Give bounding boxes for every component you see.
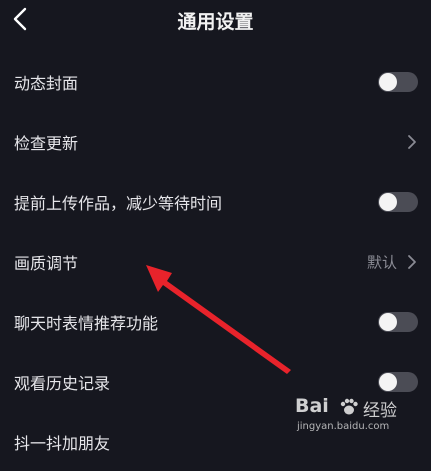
setting-label: 动态封面 [14, 74, 79, 93]
top-bar: 通用设置 [0, 0, 431, 40]
setting-label: 聊天时表情推荐功能 [14, 314, 159, 333]
watermark-url: jingyan.baidu.com [297, 421, 390, 432]
setting-row-check-update[interactable]: 检查更新 [0, 113, 431, 171]
setting-row-emoji-recommend[interactable]: 聊天时表情推荐功能 [0, 293, 431, 351]
toggle-knob [379, 313, 397, 331]
page-title: 通用设置 [177, 11, 254, 33]
watermark-brand-text: 经验 [363, 401, 397, 421]
setting-row-dynamic-cover[interactable]: 动态封面 [0, 53, 431, 111]
setting-row-quality[interactable]: 画质调节 默认 [0, 233, 431, 291]
watch-history-toggle[interactable] [378, 372, 418, 392]
baidu-jingyan-watermark: Bai 经验 jingyan.baidu.com [295, 395, 425, 441]
chevron-right-icon [408, 135, 416, 149]
emoji-recommend-toggle[interactable] [378, 312, 418, 332]
setting-label: 提前上传作品，减少等待时间 [14, 194, 223, 213]
setting-label: 抖一抖加朋友 [14, 434, 111, 453]
toggle-knob [379, 73, 397, 91]
setting-label: 画质调节 [14, 254, 79, 273]
chevron-right-icon [408, 255, 416, 269]
setting-label: 观看历史记录 [14, 374, 111, 393]
quality-value: 默认 [366, 253, 397, 272]
toggle-knob [379, 373, 397, 391]
dynamic-cover-toggle[interactable] [378, 72, 418, 92]
watermark-logo-text: Bai [295, 395, 329, 417]
setting-row-pre-upload[interactable]: 提前上传作品，减少等待时间 [0, 173, 431, 231]
pre-upload-toggle[interactable] [378, 192, 418, 212]
setting-label: 检查更新 [14, 134, 79, 153]
paw-icon [340, 398, 358, 415]
toggle-knob [379, 193, 397, 211]
